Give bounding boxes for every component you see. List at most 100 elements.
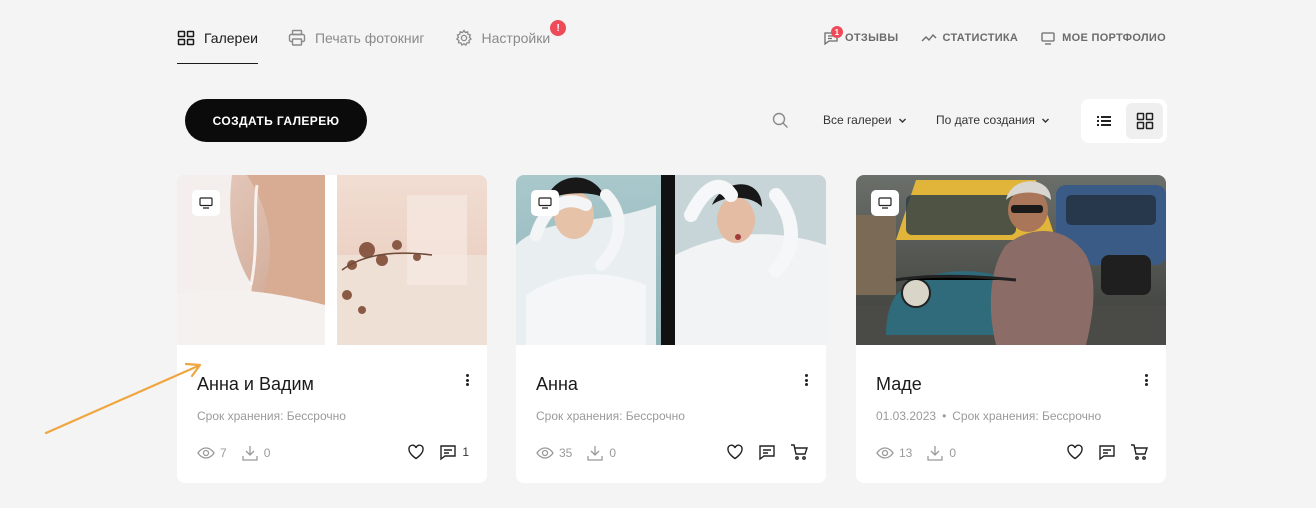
monitor-icon [1041,32,1055,45]
downloads-stat: 0 [926,445,956,461]
gallery-cover[interactable] [856,175,1166,345]
settings-alert-badge: ! [550,20,567,36]
statistics-link[interactable]: СТАТИСТИКА [921,30,1019,46]
grid-icon [1136,112,1153,130]
comment-icon [440,445,457,461]
portfolio-link[interactable]: МОЕ ПОРТФОЛИО [1040,30,1166,46]
gallery-storage: Срок хранения: Бессрочно [197,409,346,423]
gallery-date: 01.03.2023 [876,409,937,423]
eye-icon [197,447,215,459]
monitor-icon [538,197,552,209]
gallery-title[interactable]: Маде [876,374,922,395]
gallery-stats: 35 0 [536,445,616,461]
sort-dropdown[interactable]: По дате создания [936,113,1050,127]
downloads-stat: 0 [586,445,616,461]
meta-separator: • [942,409,947,423]
reviews-link[interactable]: 1 ОТЗЫВЫ [823,26,899,46]
create-gallery-button[interactable]: СОЗДАТЬ ГАЛЕРЕЮ [185,99,367,142]
monitor-icon [199,197,213,209]
monitor-icon [878,197,892,209]
views-count: 7 [220,446,227,460]
downloads-count: 0 [949,446,957,460]
views-stat: 7 [197,445,227,461]
views-stat: 35 [536,445,572,461]
gallery-card[interactable]: Анна Срок хранения: Бессрочно 35 0 [516,175,826,483]
favorites-button[interactable] [1066,443,1084,461]
heart-icon [408,444,425,460]
downloads-stat: 0 [241,445,271,461]
tab-settings-label: Настройки [481,30,551,46]
chevron-down-icon [898,118,906,123]
comments-button[interactable]: 1 [439,443,469,461]
cart-icon [791,444,808,460]
gallery-meta: Срок хранения: Бессрочно [197,409,346,423]
list-view-button[interactable] [1085,103,1122,139]
portfolio-badge [871,190,899,216]
gear-icon [455,29,472,47]
scooter-photo [856,175,1166,345]
heart-icon [727,444,743,460]
gallery-title[interactable]: Анна [536,374,578,395]
more-options-button[interactable] [463,373,471,387]
chevron-down-icon [1041,118,1049,123]
cart-button[interactable] [1130,443,1148,461]
views-count: 35 [559,446,573,460]
gallery-actions: 1 [407,443,469,461]
views-count: 13 [899,446,913,460]
download-icon [587,446,604,461]
gallery-actions [1066,443,1148,461]
comment-icon [759,445,775,461]
gallery-card[interactable]: Анна и Вадим Срок хранения: Бессрочно 7 … [177,175,487,483]
gallery-filter-dropdown[interactable]: Все галереи [823,113,907,127]
favorites-button[interactable] [407,443,425,461]
eye-icon [536,447,554,459]
downloads-count: 0 [263,446,271,460]
portfolio-badge [192,190,220,216]
wedding-photo [177,175,487,345]
comment-icon [1099,445,1115,461]
gallery-filter-label: Все галереи [823,113,892,127]
cart-icon [1131,444,1148,460]
gallery-storage: Срок хранения: Бессрочно [536,409,685,423]
comments-button[interactable] [758,443,776,461]
tab-galleries-label: Галереи [204,30,258,46]
reviews-label: ОТЗЫВЫ [845,32,899,44]
gallery-stats: 7 0 [197,445,270,461]
annotation-arrow [44,362,202,435]
portrait-photo [516,175,826,345]
cart-button[interactable] [790,443,808,461]
search-icon[interactable] [772,112,789,129]
more-options-button[interactable] [802,373,810,387]
comments-count: 1 [462,445,469,459]
tab-galleries[interactable]: Галереи [177,22,258,64]
list-icon [1096,116,1111,126]
download-icon [927,446,944,461]
tab-photobook-label: Печать фотокниг [314,30,425,46]
portfolio-label: МОЕ ПОРТФОЛИО [1062,32,1166,44]
gallery-cover[interactable] [516,175,826,345]
chart-icon [921,33,936,42]
grid-view-button[interactable] [1126,103,1163,139]
more-options-button[interactable] [1142,373,1150,387]
downloads-count: 0 [609,446,617,460]
tab-photobook-print[interactable]: Печать фотокниг [288,22,425,64]
views-stat: 13 [876,445,912,461]
comments-button[interactable] [1098,443,1116,461]
reviews-count-badge: 1 [831,26,844,38]
gallery-storage: Срок хранения: Бессрочно [952,409,1102,423]
main-tabs: Галереи Печать фотокниг Настройки ! [177,20,567,64]
sort-label: По дате создания [936,113,1035,127]
gallery-title[interactable]: Анна и Вадим [197,374,314,395]
gallery-meta: Срок хранения: Бессрочно [536,409,685,423]
download-icon [242,446,258,461]
gallery-cover[interactable] [177,175,487,345]
tab-settings[interactable]: Настройки ! [455,20,567,64]
grid-icon [177,30,195,46]
gallery-meta: 01.03.2023 • Срок хранения: Бессрочно [876,409,1101,423]
statistics-label: СТАТИСТИКА [942,32,1019,44]
eye-icon [876,447,894,459]
favorites-button[interactable] [726,443,744,461]
gallery-actions [726,443,808,461]
gallery-card[interactable]: Маде 01.03.2023 • Срок хранения: Бессроч… [856,175,1166,483]
heart-icon [1067,444,1083,460]
